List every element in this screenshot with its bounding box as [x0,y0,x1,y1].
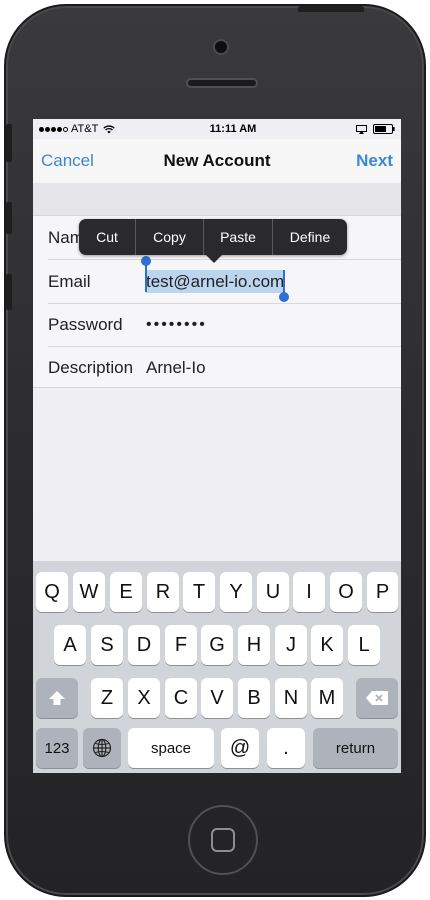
key-u[interactable]: U [257,572,289,612]
password-field[interactable]: •••••••• [146,316,207,334]
paste-menu-item[interactable]: Paste [204,219,272,255]
status-right [335,124,395,134]
shift-key[interactable] [36,678,78,718]
front-camera [213,39,229,55]
sleep-button [298,6,364,12]
keyboard: Q W E R T Y U I O P A S D F G H J K L Z … [33,561,401,773]
signal-strength-icon [39,126,68,132]
shift-icon [49,691,65,705]
numbers-key[interactable]: 123 [36,728,78,768]
space-key[interactable]: space [128,728,214,768]
key-n[interactable]: N [275,678,307,718]
status-time: 11:11 AM [209,123,257,135]
key-r[interactable]: R [147,572,179,612]
key-s[interactable]: S [91,625,123,665]
description-field[interactable]: Arnel-Io [146,358,206,378]
form-row-email[interactable]: Email test@arnel-io.com [48,255,401,303]
screen: AT&T 11:11 AM New Account Cancel Next Na… [33,119,401,773]
key-h[interactable]: H [238,625,270,665]
key-i[interactable]: I [293,572,325,612]
form-row-password[interactable]: Password •••••••• [48,303,401,346]
define-menu-item[interactable]: Define [273,219,347,255]
key-j[interactable]: J [275,625,307,665]
key-m[interactable]: M [311,678,343,718]
navigation-bar: New Account Cancel Next [33,139,401,183]
key-f[interactable]: F [165,625,197,665]
selection-end-handle[interactable] [279,291,290,302]
key-y[interactable]: Y [220,572,252,612]
mute-switch [6,124,12,162]
key-v[interactable]: V [201,678,233,718]
key-e[interactable]: E [110,572,142,612]
key-k[interactable]: K [311,625,343,665]
key-b[interactable]: B [238,678,270,718]
key-x[interactable]: X [128,678,160,718]
earpiece-speaker [186,78,258,88]
selection-start-line [145,263,147,292]
key-c[interactable]: C [165,678,197,718]
cut-menu-item[interactable]: Cut [79,219,135,255]
dot-key[interactable]: . [267,728,305,768]
home-button[interactable] [188,805,258,875]
password-label: Password [48,314,123,334]
copy-menu-item[interactable]: Copy [136,219,203,255]
backspace-icon [366,691,388,705]
key-g[interactable]: G [201,625,233,665]
carrier-label: AT&T [71,123,99,135]
key-o[interactable]: O [330,572,362,612]
key-q[interactable]: Q [36,572,68,612]
key-a[interactable]: A [54,625,86,665]
email-field[interactable]: test@arnel-io.com [141,255,290,302]
volume-down-button [6,274,12,310]
at-key[interactable]: @ [221,728,259,768]
key-w[interactable]: W [73,572,105,612]
wifi-icon [103,124,115,133]
globe-icon [92,738,112,758]
key-z[interactable]: Z [91,678,123,718]
email-label: Email [48,271,91,291]
cancel-button[interactable]: Cancel [41,151,94,171]
status-bar: AT&T 11:11 AM [33,119,401,139]
section-spacer [33,183,401,215]
description-label: Description [48,357,134,377]
edit-menu: Cut Copy Paste Define [79,219,347,255]
globe-key[interactable] [83,728,121,768]
next-button[interactable]: Next [356,151,393,171]
key-t[interactable]: T [183,572,215,612]
edit-menu-pointer [206,255,222,263]
email-selected-text[interactable]: test@arnel-io.com [146,269,285,293]
form-row-description[interactable]: Description Arnel-Io [48,346,401,389]
airplay-icon [356,124,367,134]
battery-icon [373,124,395,134]
key-p[interactable]: P [367,572,398,612]
home-square-icon [211,828,235,852]
key-l[interactable]: L [348,625,380,665]
delete-key[interactable] [356,678,398,718]
volume-up-button [6,202,12,234]
key-d[interactable]: D [128,625,160,665]
return-key[interactable]: return [313,728,398,768]
